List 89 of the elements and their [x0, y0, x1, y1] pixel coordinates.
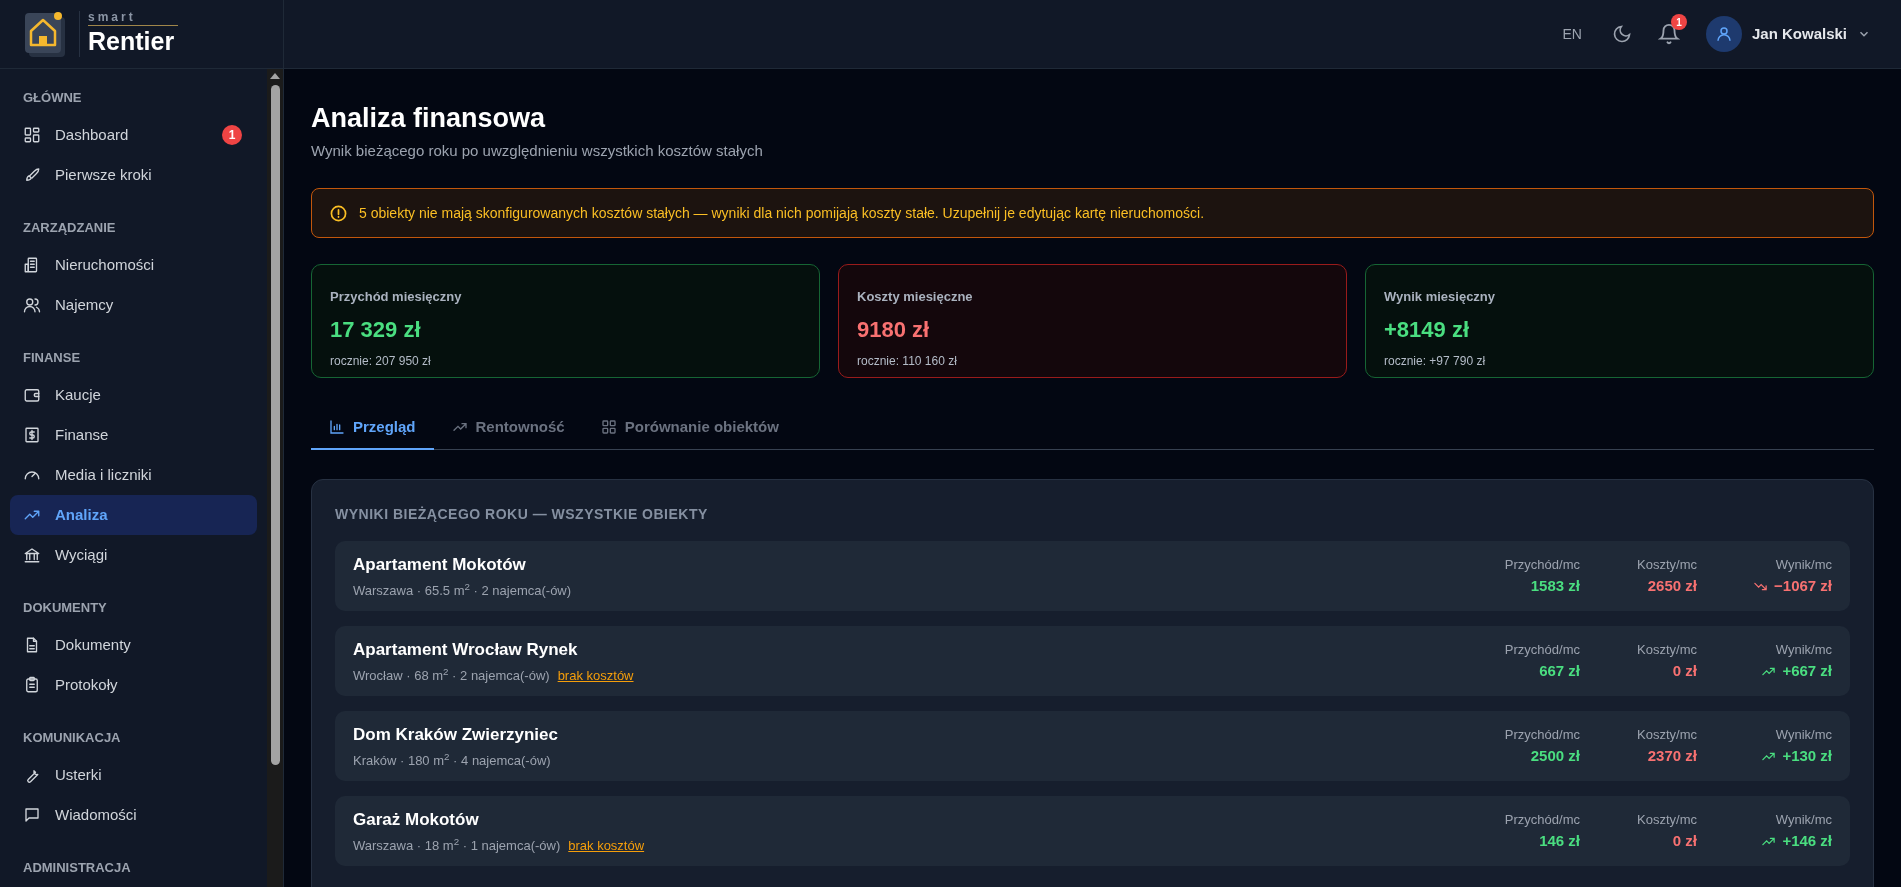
property-details: Warszawa · 18 m$^{2}$ · 1 najemca(-ów) — [353, 836, 561, 856]
amount-value: 2500 zł — [1530, 746, 1580, 767]
column-label: Koszty/mc — [1637, 640, 1697, 659]
column-label: Koszty/mc — [1637, 555, 1697, 574]
card-caption: rocznie: 110 160 zł — [857, 352, 958, 370]
scrollbar[interactable] — [267, 69, 283, 887]
column-label: Wynik/mc — [1775, 810, 1832, 829]
missing-costs-link[interactable]: brak kosztów — [557, 666, 634, 686]
column-label: Wynik/mc — [1775, 725, 1832, 744]
notification-badge: 1 — [222, 125, 242, 145]
card-label: Wynik miesięczny — [1384, 288, 1497, 307]
brand-tagline: smart — [88, 10, 178, 26]
amount-value: +667 zł — [1782, 661, 1832, 682]
sidebar-item[interactable]: Wyciągi — [10, 535, 257, 575]
wallet-icon — [23, 386, 41, 404]
sidebar-section-label: KOMUNIKACJA — [22, 729, 122, 748]
property-name: Dom Kraków Zwierzyniec — [353, 723, 558, 746]
sidebar-item[interactable]: Dashboard 1 — [10, 115, 257, 155]
amount-value: 2650 zł — [1647, 576, 1697, 597]
property-name: Garaż Mokotów — [353, 808, 480, 831]
sidebar-item[interactable]: Dokumenty — [10, 625, 257, 665]
sidebar-item[interactable]: Usterki — [10, 755, 257, 795]
users-icon — [23, 296, 41, 314]
amount-value: +146 zł — [1782, 831, 1832, 852]
sidebar-item[interactable]: Analiza — [10, 495, 257, 535]
sidebar-section-label: DOKUMENTY — [22, 599, 108, 618]
sidebar-item[interactable]: Media i liczniki — [10, 455, 257, 495]
amount-value: +130 zł — [1782, 746, 1832, 767]
results-heading: WYNIKI BIEŻĄCEGO ROKU — WSZYSTKIE OBIEKTY — [335, 505, 709, 525]
warning-text: 5 obiekty nie mają skonfigurowanych kosztów stałych — wyniki dla nich pomijają koszty stałe. Uzupełnij je edytując kartę nieruchomości. — [359, 203, 1205, 223]
column-label: Przychód/mc — [1504, 810, 1580, 829]
user-menu[interactable]: Jan Kowalski — [1705, 16, 1871, 52]
amount-value: 146 zł — [1539, 831, 1580, 852]
tab[interactable]: Przegląd — [311, 406, 434, 451]
moon-icon[interactable] — [1611, 24, 1632, 44]
card-value: +8149 zł — [1384, 315, 1470, 344]
amount-value: 0 zł — [1672, 831, 1697, 852]
column-label: Przychód/mc — [1504, 555, 1580, 574]
amount-value: −1067 zł — [1774, 576, 1832, 597]
grid-icon — [23, 126, 41, 144]
user-name: Jan Kowalski — [1751, 23, 1847, 44]
property-name: Apartament Mokotów — [353, 553, 527, 576]
amount-value: 0 zł — [1672, 661, 1697, 682]
sidebar-item[interactable]: Nieruchomości — [10, 245, 257, 285]
sidebar-section-label: GŁÓWNE — [22, 89, 83, 108]
dollar-receipt-icon — [23, 426, 41, 444]
property-details: Wrocław · 68 m$^{2}$ · 2 najemca(-ów) — [353, 666, 550, 686]
language-button[interactable]: EN — [1558, 19, 1586, 49]
card-label: Koszty miesięczne — [857, 288, 974, 307]
bank-icon — [23, 546, 41, 564]
column-label: Przychód/mc — [1504, 640, 1580, 659]
card-value: 9180 zł — [857, 315, 931, 344]
sidebar-section-label: FINANSE — [22, 349, 82, 368]
tab[interactable]: Rentowność — [433, 406, 583, 451]
missing-costs-link[interactable]: brak kosztów — [568, 836, 645, 856]
card-label: Przychód miesięczny — [330, 288, 463, 307]
amount-value: 1583 zł — [1530, 576, 1580, 597]
column-label: Koszty/mc — [1637, 725, 1697, 744]
sidebar-item[interactable]: Kaucje — [10, 375, 257, 415]
column-label: Przychód/mc — [1504, 725, 1580, 744]
chat-icon — [23, 806, 41, 824]
sidebar-section-label: ADMINISTRACJA — [22, 859, 132, 878]
property-details: Kraków · 180 m$^{2}$ · 4 najemca(-ów) — [353, 751, 551, 771]
column-label: Wynik/mc — [1775, 555, 1832, 574]
page-subtitle: Wynik bieżącego roku po uwzględnieniu wszystkich kosztów stałych — [311, 140, 764, 161]
sidebar-item[interactable]: Najemcy — [10, 285, 257, 325]
sidebar-section-label: ZARZĄDZANIE — [22, 219, 117, 238]
card-caption: rocznie: +97 790 zł — [1384, 352, 1487, 370]
notification-badge: 1 — [1670, 14, 1687, 30]
property-name: Apartament Wrocław Rynek — [353, 638, 579, 661]
sidebar-item[interactable]: Wiadomości — [10, 795, 257, 835]
sidebar-item[interactable]: Pierwsze kroki — [10, 155, 257, 195]
property-details: Warszawa · 65.5 m$^{2}$ · 2 najemca(-ów) — [353, 581, 572, 601]
column-label: Wynik/mc — [1775, 640, 1832, 659]
grid-icon — [600, 419, 617, 436]
column-label: Koszty/mc — [1637, 810, 1697, 829]
tab[interactable]: Porównanie obiektów — [582, 406, 797, 451]
sidebar-item[interactable]: Finanse — [10, 415, 257, 455]
user-icon — [1714, 25, 1733, 43]
card-value: 17 329 zł — [330, 315, 422, 344]
page-title: Analiza finansowa — [311, 102, 547, 135]
amount-value: 667 zł — [1539, 661, 1580, 682]
card-caption: rocznie: 207 950 zł — [330, 352, 432, 370]
amount-value: 2370 zł — [1647, 746, 1697, 767]
brand-name: Rentier — [88, 25, 176, 57]
sidebar-item[interactable]: Protokoły — [10, 665, 257, 705]
bar-chart-icon — [329, 419, 345, 436]
clipboard-icon — [23, 676, 41, 694]
warning-icon — [330, 204, 347, 222]
